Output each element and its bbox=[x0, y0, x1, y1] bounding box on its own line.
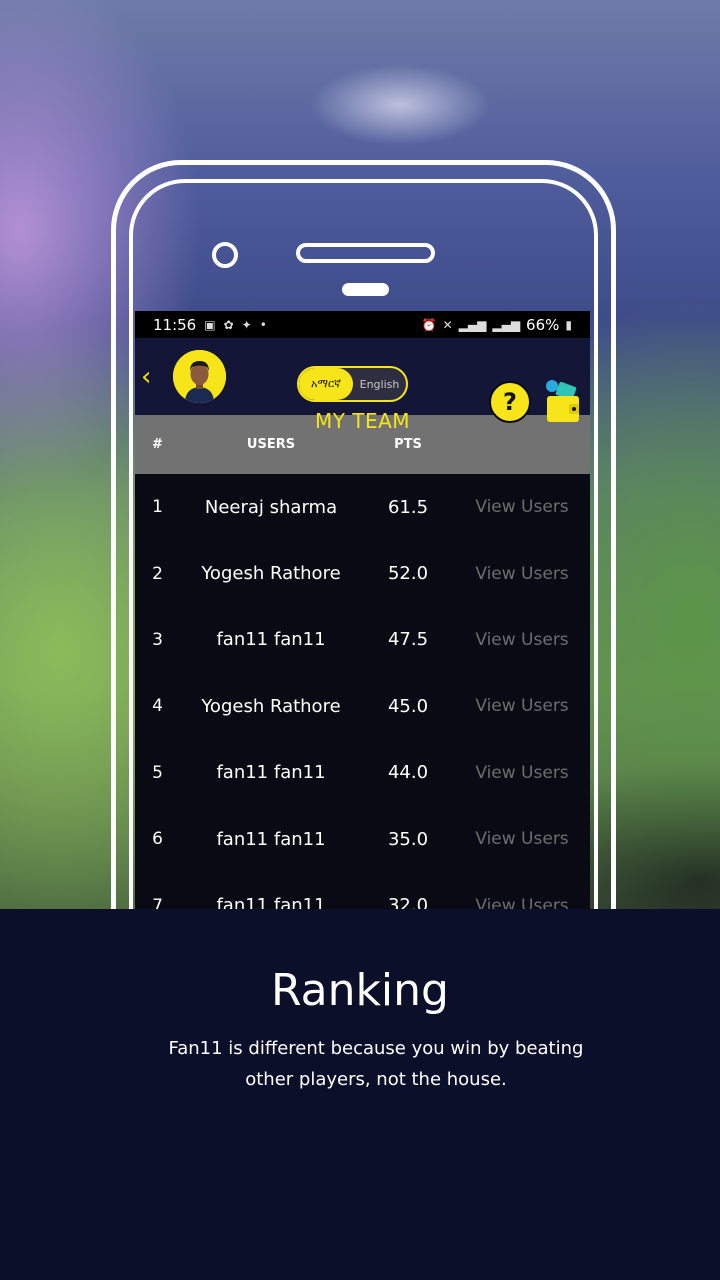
col-rank: # bbox=[152, 437, 163, 452]
signal-icon: ▂▄▆ bbox=[458, 317, 487, 332]
table-row: 1 Neeraj sharma 61.5 View Users bbox=[135, 474, 590, 541]
view-users-link[interactable]: View Users bbox=[454, 630, 590, 650]
pts-cell: 45.0 bbox=[387, 695, 429, 717]
avatar[interactable] bbox=[173, 350, 226, 403]
pts-cell: 32.0 bbox=[387, 895, 429, 909]
lang-amharic[interactable]: አማርኛ bbox=[299, 368, 353, 400]
battery-icon: ▮ bbox=[565, 317, 572, 332]
rank-cell: 4 bbox=[152, 696, 163, 717]
app-screen: 11:56 ▣ ✿ ✦ • ⏰ ✕ ▂▄▆ ▂▄▆ 66% ▮ ‹ አማርኛ E… bbox=[135, 311, 590, 909]
view-users-link[interactable]: View Users bbox=[454, 829, 590, 849]
user-cell: fan11 fan11 bbox=[216, 762, 326, 784]
table-row: 2 Yogesh Rathore 52.0 View Users bbox=[135, 540, 590, 607]
page-title: MY TEAM bbox=[314, 409, 411, 433]
promo-section: Ranking Fan11 is different because you w… bbox=[0, 909, 720, 1280]
table-row: 6 fan11 fan11 35.0 View Users bbox=[135, 805, 590, 873]
col-users: USERS bbox=[246, 437, 296, 452]
alarm-icon: ⏰ bbox=[421, 317, 437, 332]
phone-camera bbox=[212, 242, 238, 268]
user-cell: Yogesh Rathore bbox=[201, 563, 341, 585]
signal-4g-icon: ▂▄▆ bbox=[492, 317, 521, 332]
ranking-list: 1 Neeraj sharma 61.5 View Users 2 Yogesh… bbox=[135, 474, 590, 909]
view-users-link[interactable]: View Users bbox=[454, 564, 590, 584]
pts-cell: 52.0 bbox=[387, 563, 429, 585]
phone-speaker bbox=[296, 243, 435, 263]
view-users-link[interactable]: View Users bbox=[454, 497, 590, 517]
table-row: 5 fan11 fan11 44.0 View Users bbox=[135, 739, 590, 806]
twitter-icon: ✦ bbox=[241, 317, 252, 332]
promo-description: Fan11 is different because you win by be… bbox=[160, 1033, 592, 1095]
user-cell: Yogesh Rathore bbox=[201, 695, 341, 717]
table-row: 4 Yogesh Rathore 45.0 View Users bbox=[135, 673, 590, 740]
promo-line-1: Fan11 is different because you win by be… bbox=[168, 1038, 584, 1059]
rank-cell: 1 bbox=[152, 497, 163, 518]
table-row: 7 fan11 fan11 32.0 View Users bbox=[135, 872, 590, 909]
status-bar: 11:56 ▣ ✿ ✦ • ⏰ ✕ ▂▄▆ ▂▄▆ 66% ▮ bbox=[135, 311, 590, 338]
rank-cell: 3 bbox=[152, 629, 163, 650]
view-users-link[interactable]: View Users bbox=[454, 763, 590, 783]
phone-sensor bbox=[342, 283, 389, 296]
pts-cell: 35.0 bbox=[387, 828, 429, 850]
lang-english[interactable]: English bbox=[353, 368, 406, 400]
user-cell: Neeraj sharma bbox=[204, 496, 338, 518]
language-toggle[interactable]: አማርኛ English bbox=[297, 366, 408, 402]
user-cell: fan11 fan11 bbox=[216, 895, 326, 909]
app-bar: ‹ አማርኛ English ? MY TEAM bbox=[135, 338, 590, 433]
rank-cell: 5 bbox=[152, 762, 163, 783]
rank-cell: 6 bbox=[152, 829, 163, 850]
rank-cell: 7 bbox=[152, 895, 163, 909]
battery-percent: 66% bbox=[526, 315, 560, 334]
user-cell: fan11 fan11 bbox=[216, 828, 326, 850]
pts-cell: 47.5 bbox=[387, 629, 429, 651]
chevron-left-icon[interactable]: ‹ bbox=[141, 362, 151, 392]
status-time: 11:56 bbox=[153, 315, 197, 334]
user-avatar-icon bbox=[173, 350, 226, 403]
mute-icon: ✕ bbox=[442, 317, 453, 332]
col-pts: PTS bbox=[394, 437, 422, 452]
promo-line-2: other players, not the house. bbox=[245, 1069, 507, 1090]
promo-heading: Ranking bbox=[271, 965, 449, 1016]
image-icon: ▣ bbox=[204, 317, 216, 332]
leaf-icon: ✿ bbox=[223, 317, 234, 332]
pts-cell: 61.5 bbox=[387, 496, 429, 518]
rank-cell: 2 bbox=[152, 563, 163, 584]
dot-icon: • bbox=[259, 317, 267, 332]
view-users-link[interactable]: View Users bbox=[454, 696, 590, 716]
user-cell: fan11 fan11 bbox=[216, 629, 326, 651]
table-row: 3 fan11 fan11 47.5 View Users bbox=[135, 606, 590, 674]
pts-cell: 44.0 bbox=[387, 762, 429, 784]
view-users-link[interactable]: View Users bbox=[454, 896, 590, 909]
